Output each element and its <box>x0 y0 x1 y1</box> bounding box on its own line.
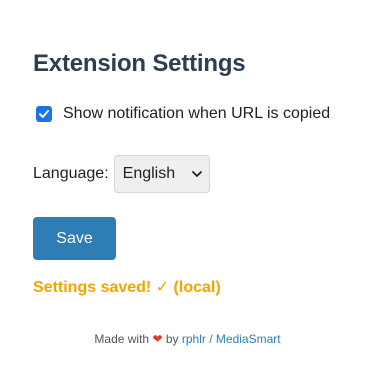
page-title: Extension Settings <box>33 50 246 77</box>
language-select[interactable]: English <box>113 155 210 193</box>
author-link[interactable]: rphlr / MediaSmart <box>182 332 281 346</box>
notify-option[interactable]: Show notification when URL is copied <box>36 102 330 126</box>
save-button[interactable]: Save <box>33 217 116 260</box>
language-row: Language: English <box>33 155 210 193</box>
checkmark-icon <box>39 110 49 118</box>
footer-made-with: Made with <box>94 332 150 346</box>
notify-checkbox[interactable] <box>36 106 52 122</box>
heart-icon: ❤ <box>152 332 163 346</box>
notify-label[interactable]: Show notification when URL is copied <box>63 105 330 123</box>
chevron-down-icon <box>191 171 202 177</box>
footer: Made with ❤ by rphlr / MediaSmart <box>0 332 375 346</box>
status-message: Settings saved! ✓ (local) <box>33 279 221 296</box>
footer-by: by <box>165 332 179 346</box>
language-select-value: English <box>122 165 176 182</box>
settings-page: Extension Settings Show notification whe… <box>33 48 363 296</box>
language-label: Language: <box>33 165 109 182</box>
